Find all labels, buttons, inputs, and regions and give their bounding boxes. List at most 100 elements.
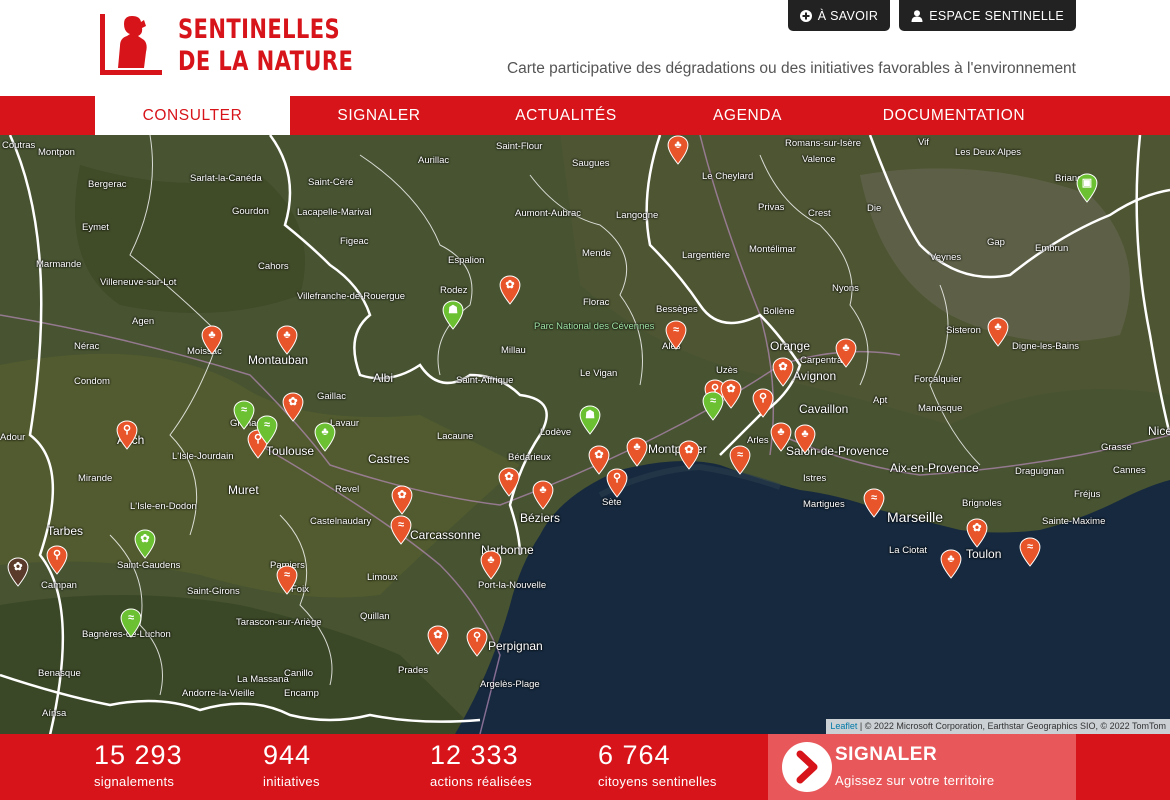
map-marker[interactable]: ⚲ bbox=[466, 627, 488, 657]
nav-signaler[interactable]: SIGNALER bbox=[290, 96, 468, 135]
map-marker[interactable]: ♣ bbox=[626, 437, 648, 467]
map-marker[interactable]: ≈ bbox=[233, 400, 255, 430]
map-marker[interactable]: ≈ bbox=[276, 565, 298, 595]
bicycle-icon: ⚲ bbox=[122, 424, 132, 436]
water-icon: ≈ bbox=[240, 404, 248, 416]
squirrel-icon: ✿ bbox=[684, 444, 694, 456]
map-label: Parc National des Cévennes bbox=[534, 321, 655, 332]
map-marker[interactable]: ✿ bbox=[966, 518, 988, 548]
attribution-text: | © 2022 Microsoft Corporation, Earthsta… bbox=[857, 721, 1166, 731]
site-logo[interactable]: SENTINELLES DE LA NATURE bbox=[100, 12, 353, 82]
map-marker[interactable]: ✿ bbox=[772, 357, 794, 387]
map-label: Port-la-Nouvelle bbox=[478, 580, 547, 591]
map-label: Martigues bbox=[803, 499, 845, 510]
map-marker[interactable]: ☗ bbox=[442, 300, 464, 330]
map-label: Limoux bbox=[367, 572, 398, 583]
map-marker[interactable]: ♣ bbox=[532, 480, 554, 510]
map-marker[interactable]: ⚲ bbox=[606, 468, 628, 498]
espace-sentinelle-label: ESPACE SENTINELLE bbox=[929, 8, 1064, 23]
map-marker[interactable]: ♣ bbox=[276, 325, 298, 355]
map-label: Uzès bbox=[716, 365, 738, 376]
map-marker[interactable]: ♣ bbox=[940, 549, 962, 579]
squirrel-icon: ✿ bbox=[505, 279, 515, 291]
map-label: Brignoles bbox=[962, 498, 1002, 509]
map-marker[interactable]: ✿ bbox=[7, 557, 29, 587]
map-label: Montélimar bbox=[749, 244, 796, 255]
map[interactable]: Coutras Montpon Bergerac Sarlat-la-Canéd… bbox=[0, 135, 1170, 734]
a-savoir-button[interactable]: À SAVOIR bbox=[787, 0, 891, 31]
map-marker[interactable]: ≈ bbox=[729, 445, 751, 475]
map-label: Bessèges bbox=[656, 304, 698, 315]
map-marker[interactable]: ≈ bbox=[665, 320, 687, 350]
site-header: SENTINELLES DE LA NATURE À SAVOIR ESPACE… bbox=[0, 0, 1170, 96]
map-label: Condom bbox=[74, 376, 110, 387]
nav-documentation[interactable]: DOCUMENTATION bbox=[850, 96, 1058, 135]
map-marker[interactable]: ▣ bbox=[1076, 173, 1098, 203]
map-marker[interactable]: ♣ bbox=[835, 338, 857, 368]
squirrel-icon: ✿ bbox=[433, 629, 443, 641]
map-marker[interactable]: ♣ bbox=[987, 317, 1009, 347]
map-label: Montauban bbox=[248, 353, 309, 367]
map-marker[interactable]: ⚲ bbox=[116, 420, 138, 450]
map-marker[interactable]: ✿ bbox=[391, 485, 413, 515]
map-marker[interactable]: ✿ bbox=[427, 625, 449, 655]
map-label: Largentière bbox=[682, 250, 731, 261]
map-marker[interactable]: ✿ bbox=[678, 440, 700, 470]
main-nav: CONSULTER SIGNALER ACTUALITÉS AGENDA DOC… bbox=[0, 96, 1170, 135]
map-marker[interactable]: ⚲ bbox=[752, 388, 774, 418]
map-label: Espalion bbox=[448, 255, 485, 266]
map-marker[interactable]: ≈ bbox=[863, 488, 885, 518]
bicycle-icon: ⚲ bbox=[472, 631, 482, 643]
map-label: Campan bbox=[41, 580, 77, 591]
map-label: Millau bbox=[501, 345, 526, 356]
map-label: Fréjus bbox=[1074, 489, 1101, 500]
signaler-cta-button[interactable]: SIGNALER Agissez sur votre territoire bbox=[768, 734, 1076, 800]
map-marker[interactable]: ≈ bbox=[390, 515, 412, 545]
user-icon bbox=[911, 9, 923, 22]
stats-bar: 15 293 signalements 944 initiatives 12 3… bbox=[0, 734, 1170, 800]
nav-consulter[interactable]: CONSULTER bbox=[95, 96, 290, 135]
map-marker[interactable]: ✿ bbox=[499, 275, 521, 305]
map-marker[interactable]: ♣ bbox=[667, 135, 689, 165]
leaflet-link[interactable]: Leaflet bbox=[830, 721, 857, 731]
map-marker[interactable]: ✿ bbox=[498, 467, 520, 497]
map-label: L'Isle-Jourdain bbox=[172, 451, 234, 462]
map-marker[interactable]: ⚲ bbox=[46, 545, 68, 575]
map-label: Figeac bbox=[340, 236, 369, 247]
people-icon: ☗ bbox=[448, 304, 458, 316]
map-marker[interactable]: ≈ bbox=[256, 415, 278, 445]
map-label: Tarascon-sur-Ariège bbox=[236, 617, 322, 628]
map-label: Avignon bbox=[793, 369, 837, 383]
map-label: Apt bbox=[873, 395, 888, 406]
map-marker[interactable]: ☗ bbox=[579, 405, 601, 435]
map-label: Eymet bbox=[82, 222, 109, 233]
map-label: Valence bbox=[802, 154, 836, 165]
map-marker[interactable]: ✿ bbox=[134, 529, 156, 559]
map-label: Crest bbox=[808, 208, 831, 219]
nav-actualites[interactable]: ACTUALITÉS bbox=[470, 96, 662, 135]
map-marker[interactable]: ♣ bbox=[314, 422, 336, 452]
map-label: Encamp bbox=[284, 688, 319, 699]
map-label: Lodève bbox=[540, 427, 572, 438]
map-label: Romans-sur-Isère bbox=[785, 138, 862, 149]
map-label: Mirande bbox=[78, 473, 113, 484]
map-marker[interactable]: ≈ bbox=[1019, 537, 1041, 567]
map-marker[interactable]: ♣ bbox=[794, 424, 816, 454]
squirrel-icon: ✿ bbox=[778, 361, 788, 373]
map-marker[interactable]: ≈ bbox=[702, 391, 724, 421]
map-label: Lacaune bbox=[437, 431, 474, 442]
map-label: Marseille bbox=[887, 509, 944, 525]
map-label: Istres bbox=[803, 473, 827, 484]
map-marker[interactable]: ♣ bbox=[201, 325, 223, 355]
nav-agenda[interactable]: AGENDA bbox=[670, 96, 825, 135]
map-marker[interactable]: ≈ bbox=[120, 608, 142, 638]
stat-signalements: 15 293 signalements bbox=[94, 740, 183, 789]
map-label: Draguignan bbox=[1015, 466, 1065, 477]
map-label: Les Deux Alpes bbox=[955, 147, 1022, 158]
map-label: Cannes bbox=[1113, 465, 1146, 476]
map-marker[interactable]: ✿ bbox=[282, 392, 304, 422]
map-marker[interactable]: ♣ bbox=[480, 550, 502, 580]
map-marker[interactable]: ♣ bbox=[770, 422, 792, 452]
espace-sentinelle-button[interactable]: ESPACE SENTINELLE bbox=[899, 0, 1076, 31]
map-label: Villefranche-de-Rouergue bbox=[297, 291, 406, 302]
